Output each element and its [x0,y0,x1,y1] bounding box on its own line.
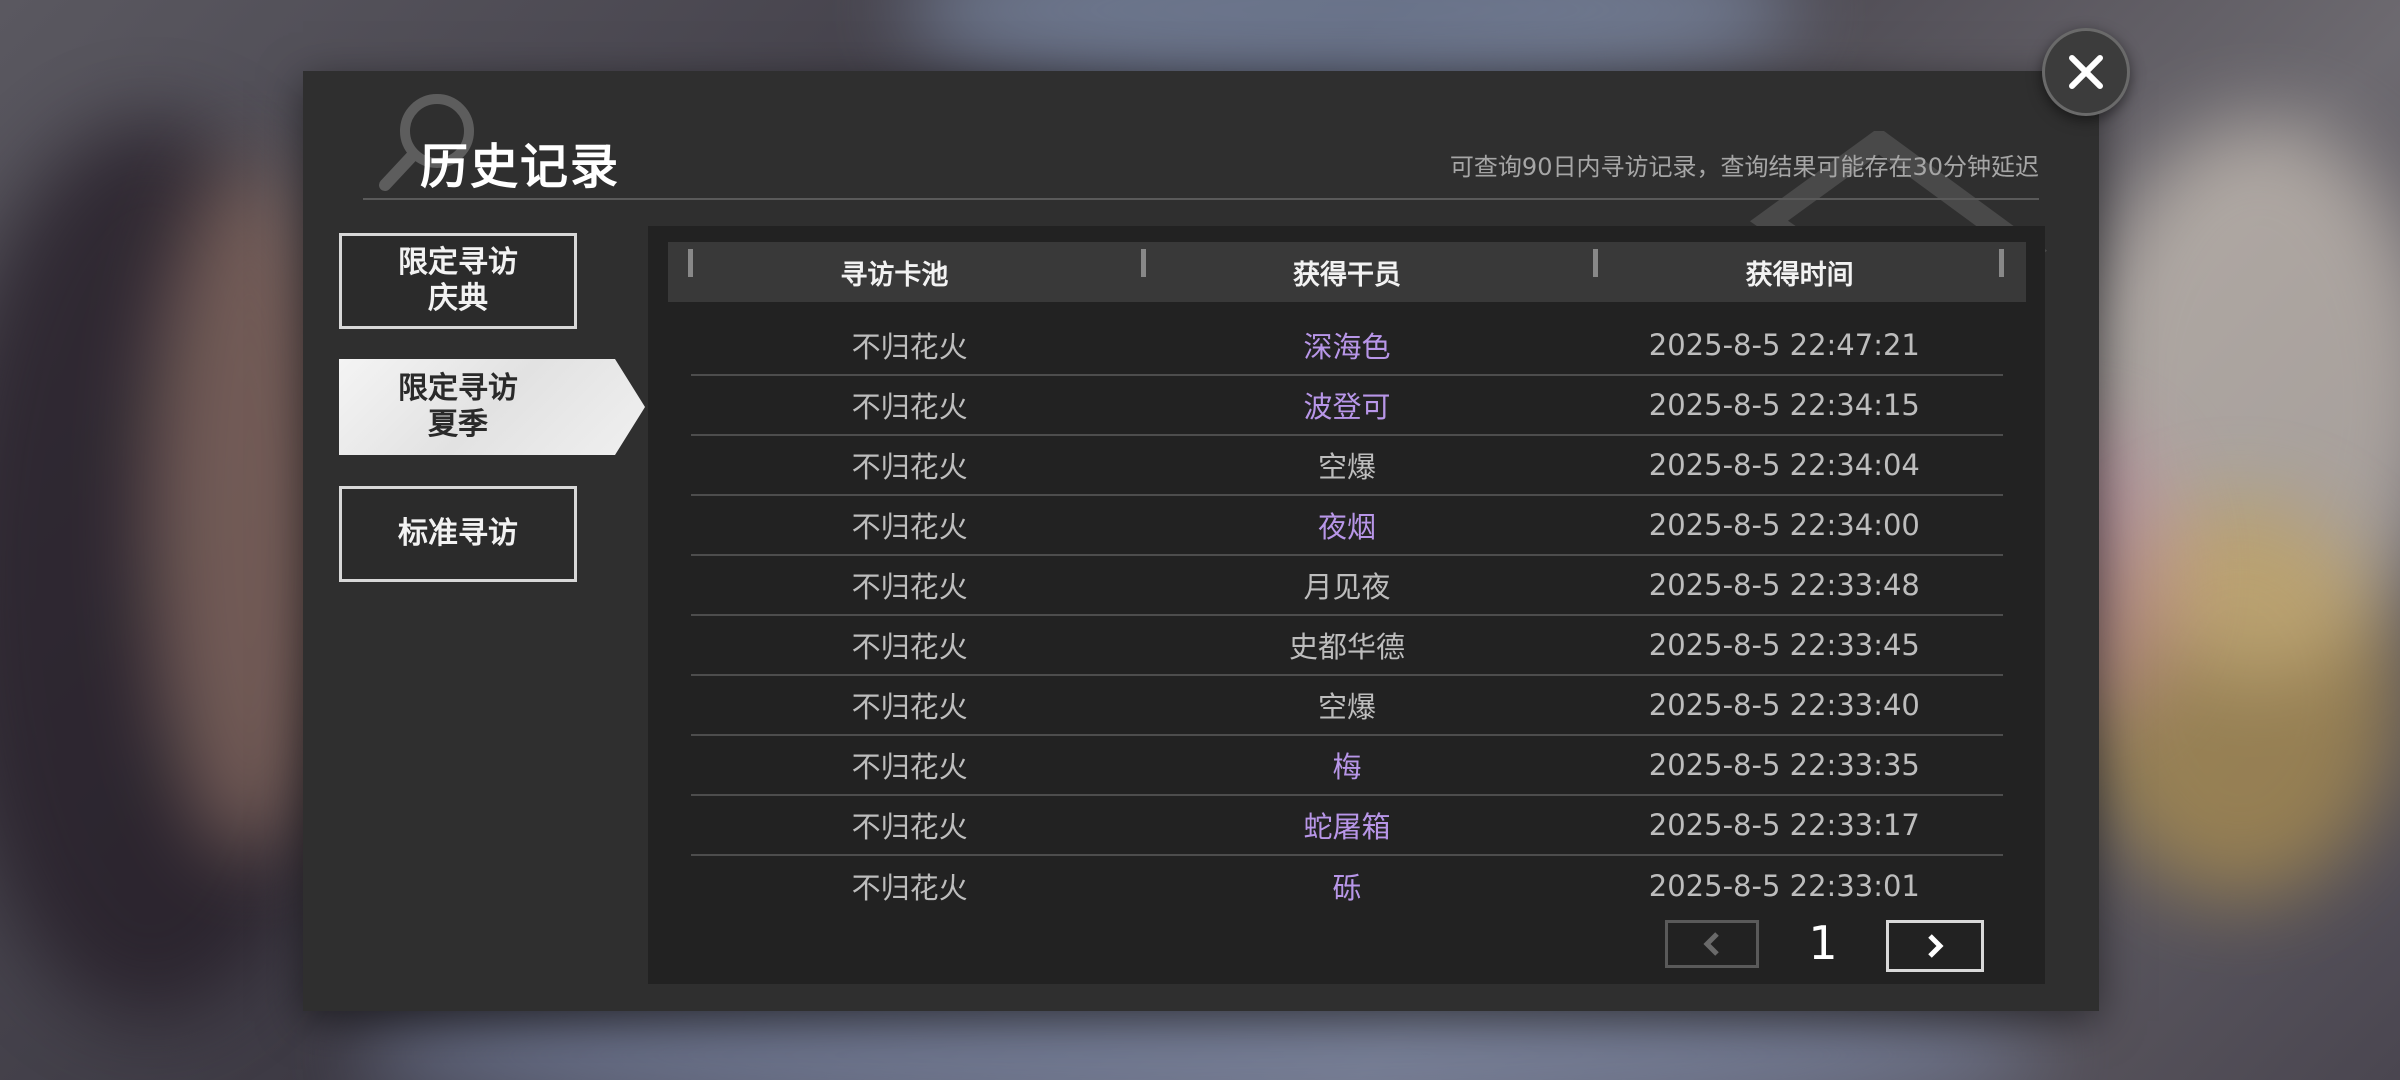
chevron-right-icon [1928,934,1944,958]
time-cell: 2025-8-5 22:33:40 [1648,688,1920,722]
history-table: 寻访卡池 获得干员 获得时间 不归花火 深海色 2025-8-5 22:47:2… [648,226,2045,984]
table-row: 不归花火 空爆 2025-8-5 22:33:40 [691,676,2003,736]
table-row: 不归花火 波登可 2025-8-5 22:34:15 [691,376,2003,436]
table-row: 不归花火 史都华德 2025-8-5 22:33:45 [691,616,2003,676]
tab-limited-celebration[interactable]: 限定寻访 庆典 [339,233,577,329]
time-cell: 2025-8-5 22:47:21 [1648,328,1920,362]
time-cell: 2025-8-5 22:33:45 [1648,628,1920,662]
next-page-button[interactable] [1886,920,1984,972]
table-header: 寻访卡池 获得干员 获得时间 [668,242,2026,302]
history-panel: 历史记录 可查询90日内寻访记录，查询结果可能存在30分钟延迟 限定寻访 庆典 … [303,71,2099,1011]
current-page-number: 1 [1808,916,1838,970]
operator-cell: 蛇屠箱 [1303,810,1391,844]
operator-cell: 深海色 [1303,330,1391,364]
pool-cell: 不归花火 [851,570,968,604]
time-cell: 2025-8-5 22:33:17 [1648,808,1920,842]
pool-cell: 不归花火 [851,450,968,484]
pool-cell: 不归花火 [851,690,968,724]
column-header-pool: 寻访卡池 [668,248,1121,292]
query-notice: 可查询90日内寻访记录，查询结果可能存在30分钟延迟 [1449,153,2039,181]
operator-cell: 空爆 [1317,690,1376,724]
time-cell: 2025-8-5 22:33:48 [1648,568,1920,602]
table-row: 不归花火 蛇屠箱 2025-8-5 22:33:17 [691,796,2003,856]
title-divider [363,198,2039,200]
previous-page-button[interactable] [1665,920,1759,968]
table-row: 不归花火 砾 2025-8-5 22:33:01 [691,856,2003,916]
table-row: 不归花火 夜烟 2025-8-5 22:34:00 [691,496,2003,556]
operator-cell: 空爆 [1317,450,1376,484]
operator-cell: 波登可 [1303,390,1391,424]
table-row: 不归花火 月见夜 2025-8-5 22:33:48 [691,556,2003,616]
pool-cell: 不归花火 [851,810,968,844]
tab-limited-summer[interactable]: 限定寻访 夏季 [339,359,645,455]
column-header-time: 获得时间 [1573,248,2026,292]
operator-cell: 砾 [1332,871,1362,905]
operator-cell: 梅 [1332,750,1362,784]
tab-label: 限定寻访 夏季 [398,371,518,442]
chevron-left-icon [1703,932,1719,956]
table-row: 不归花火 空爆 2025-8-5 22:34:04 [691,436,2003,496]
operator-cell: 夜烟 [1317,510,1376,544]
pool-cell: 不归花火 [851,750,968,784]
operator-cell: 月见夜 [1303,570,1391,604]
time-cell: 2025-8-5 22:34:04 [1648,448,1920,482]
table-body: 不归花火 深海色 2025-8-5 22:47:21 不归花火 波登可 2025… [691,316,2003,916]
page-title: 历史记录 [420,139,621,195]
pool-cell: 不归花火 [851,510,968,544]
pool-cell: 不归花火 [851,871,968,905]
operator-cell: 史都华德 [1288,630,1405,664]
table-row: 不归花火 深海色 2025-8-5 22:47:21 [691,316,2003,376]
column-header-operator: 获得干员 [1121,248,1574,292]
time-cell: 2025-8-5 22:33:35 [1648,748,1920,782]
time-cell: 2025-8-5 22:33:01 [1648,869,1920,903]
pool-cell: 不归花火 [851,390,968,424]
tab-standard[interactable]: 标准寻访 [339,486,577,582]
close-button[interactable] [2042,28,2130,116]
pool-cell: 不归花火 [851,630,968,664]
time-cell: 2025-8-5 22:34:00 [1648,508,1920,542]
tab-label: 标准寻访 [398,516,518,551]
close-icon [2069,55,2103,89]
table-row: 不归花火 梅 2025-8-5 22:33:35 [691,736,2003,796]
pool-cell: 不归花火 [851,330,968,364]
tab-label: 限定寻访 庆典 [398,245,518,316]
time-cell: 2025-8-5 22:34:15 [1648,388,1920,422]
